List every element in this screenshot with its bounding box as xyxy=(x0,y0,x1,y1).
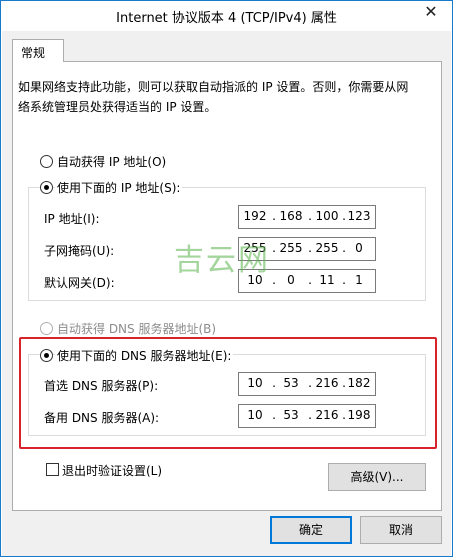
subnet-mask-label: 子网掩码(U): xyxy=(44,244,115,258)
ok-button[interactable]: 确定 xyxy=(270,516,352,544)
gateway-octet-2: 0 xyxy=(287,273,295,287)
validate-label[interactable]: 退出时验证设置(L) xyxy=(62,462,162,479)
window-title: Internet 协议版本 4 (TCP/IPv4) 属性 xyxy=(116,11,337,26)
subnet-octet-4: 0 xyxy=(355,241,363,255)
manual-dns-label[interactable]: 使用下面的 DNS 服务器地址(E): xyxy=(55,347,234,364)
subnet-octet-3: 255 xyxy=(315,241,339,255)
ip-octet-2: 168 xyxy=(279,209,303,223)
watermark-text: 吉云网 xyxy=(174,243,270,278)
validate-checkbox[interactable] xyxy=(46,463,59,476)
ip-octet-3: 100 xyxy=(315,209,339,223)
tab-general-label: 常规 xyxy=(21,46,46,60)
ipv4-properties-dialog: Internet 协议版本 4 (TCP/IPv4) 属性 ✕ 常规 如果网络支… xyxy=(0,0,453,557)
gateway-octet-4: 1 xyxy=(355,273,363,287)
ip-octet-1: 192 xyxy=(243,209,267,223)
auto-ip-label[interactable]: 自动获得 IP 地址(O) xyxy=(57,153,166,170)
manual-ip-label[interactable]: 使用下面的 IP 地址(S): xyxy=(55,179,183,196)
manual-ip-radio[interactable] xyxy=(40,181,53,194)
alternate-dns-field[interactable]: 10 . 53 . 216 . 198 xyxy=(238,404,376,428)
gateway-octet-3: 11 xyxy=(319,273,335,287)
auto-ip-radio[interactable] xyxy=(40,155,53,168)
default-gateway-label: 默认网关(D): xyxy=(44,276,115,290)
tab-general[interactable]: 常规 xyxy=(12,39,64,62)
title-bar: Internet 协议版本 4 (TCP/IPv4) 属性 ✕ xyxy=(1,1,452,31)
pdns-octet-3: 216 xyxy=(315,376,339,390)
pdns-octet-1: 10 xyxy=(247,376,263,390)
advanced-button[interactable]: 高级(V)... xyxy=(328,463,426,491)
ip-octet-4: 123 xyxy=(347,209,371,223)
preferred-dns-field[interactable]: 10 . 53 . 216 . 182 xyxy=(238,372,376,396)
auto-dns-label[interactable]: 自动获得 DNS 服务器地址(B) xyxy=(57,320,216,337)
pdns-octet-4: 182 xyxy=(347,376,371,390)
adns-octet-2: 53 xyxy=(283,408,299,422)
dialog-client: 常规 如果网络支持此功能，则可以获取自动指派的 IP 设置。否则，你需要从网络系… xyxy=(2,31,451,556)
adns-octet-1: 10 xyxy=(247,408,263,422)
description-text: 如果网络支持此功能，则可以获取自动指派的 IP 设置。否则，你需要从网络系统管理… xyxy=(18,80,409,114)
pdns-octet-2: 53 xyxy=(283,376,299,390)
ip-address-field[interactable]: 192 . 168 . 100 . 123 xyxy=(238,205,376,229)
ip-address-label: IP 地址(I): xyxy=(44,212,100,226)
close-icon[interactable]: ✕ xyxy=(414,1,448,23)
preferred-dns-label: 首选 DNS 服务器(P): xyxy=(44,379,159,393)
alternate-dns-label: 备用 DNS 服务器(A): xyxy=(44,411,160,425)
adns-octet-3: 216 xyxy=(315,408,339,422)
auto-dns-radio[interactable] xyxy=(40,322,53,335)
cancel-button[interactable]: 取消 xyxy=(360,516,442,544)
subnet-octet-2: 255 xyxy=(279,241,303,255)
manual-dns-radio[interactable] xyxy=(40,349,53,362)
adns-octet-4: 198 xyxy=(347,408,371,422)
